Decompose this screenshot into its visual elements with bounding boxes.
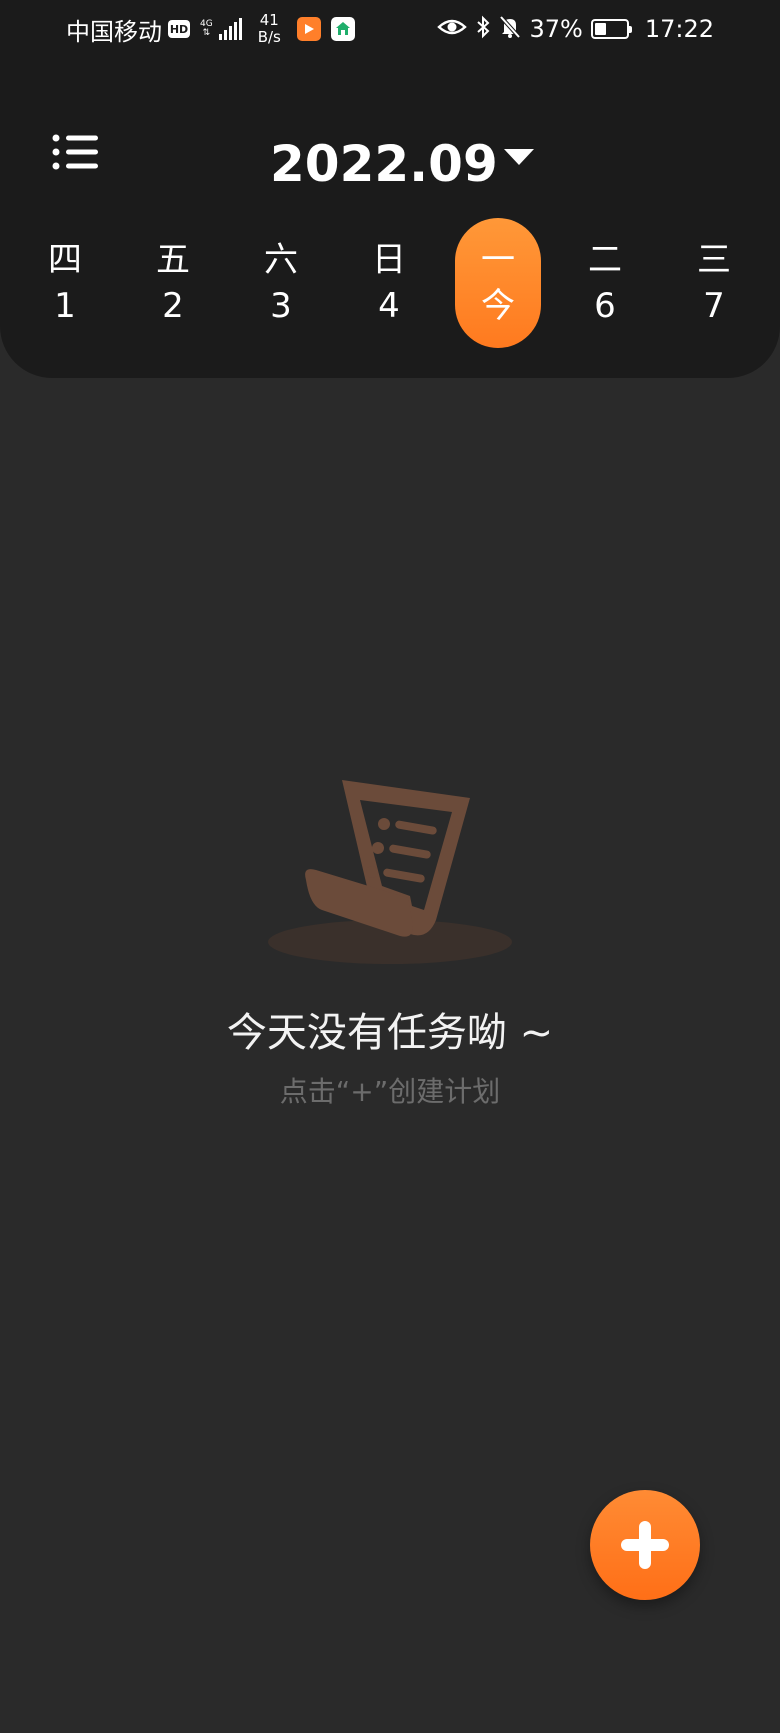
day-date: 7	[703, 286, 725, 326]
day-item[interactable]: 六 3	[238, 218, 324, 348]
day-date: 3	[270, 286, 292, 326]
network-speed-unit: B/s	[257, 28, 281, 46]
battery-fill	[594, 23, 606, 35]
video-app-icon	[296, 17, 321, 41]
network-speed-value: 41	[259, 11, 279, 29]
network-speed: 41 B/s	[258, 12, 281, 46]
empty-state-hint: 点击“+”创建计划	[279, 1075, 501, 1108]
day-item[interactable]: 三 7	[671, 218, 757, 348]
day-date: 1	[54, 286, 76, 326]
caret-down-icon	[503, 149, 534, 165]
status-bar: 中国移动 HD 4G ⇅ 41 B/s 37% 17:22	[0, 0, 780, 58]
carrier-name: 中国移动	[66, 17, 162, 46]
eye-icon	[437, 17, 468, 41]
day-item[interactable]: 二 6	[562, 218, 648, 348]
day-date: 今	[481, 286, 515, 326]
bluetooth-icon	[475, 15, 491, 43]
menu-button[interactable]	[50, 130, 100, 174]
battery-icon	[590, 19, 632, 39]
empty-illustration	[262, 770, 518, 970]
day-item[interactable]: 四 1	[22, 218, 108, 348]
network-indicator: 4G ⇅	[200, 20, 213, 38]
day-date: 2	[162, 286, 184, 326]
day-item[interactable]: 五 2	[130, 218, 216, 348]
status-right: 37% 17:22	[437, 12, 714, 46]
day-date: 4	[378, 286, 400, 326]
month-selector[interactable]: 2022.09	[270, 132, 534, 196]
plus-icon	[621, 1521, 669, 1569]
day-weekday: 日	[372, 240, 406, 280]
empty-state-title: 今天没有任务呦 ~	[226, 1010, 554, 1056]
day-date: 6	[594, 286, 616, 326]
signal-strength-icon	[218, 18, 242, 40]
list-menu-icon	[52, 134, 98, 170]
clock: 17:22	[644, 15, 714, 43]
month-label: 2022.09	[270, 135, 498, 193]
day-weekday: 三	[697, 240, 731, 280]
day-weekday: 一	[481, 240, 515, 280]
document-list-icon	[268, 780, 512, 964]
hd-badge: HD	[168, 20, 190, 38]
day-weekday: 二	[588, 240, 622, 280]
signal-arrows-icon: ⇅	[202, 28, 211, 38]
home-app-icon	[330, 17, 355, 41]
week-strip: 四 1 五 2 六 3 日 4 一 今 二 6 三 7	[0, 218, 780, 348]
battery-percent: 37%	[529, 15, 583, 43]
day-item[interactable]: 日 4	[346, 218, 432, 348]
day-item-today[interactable]: 一 今	[455, 218, 541, 348]
day-weekday: 六	[264, 240, 298, 280]
day-weekday: 四	[48, 240, 82, 280]
day-weekday: 五	[156, 240, 190, 280]
bell-muted-icon	[499, 15, 521, 43]
status-left: 中国移动 HD 4G ⇅ 41 B/s	[66, 12, 355, 46]
add-task-button[interactable]	[590, 1490, 700, 1600]
